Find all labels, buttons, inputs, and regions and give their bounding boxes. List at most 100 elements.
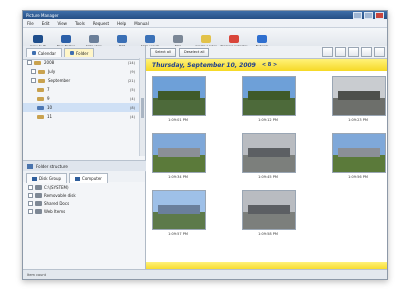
photo-ground	[153, 97, 205, 115]
date-banner: Thursday, September 10, 2009 < 8 >	[146, 59, 387, 71]
tree-item-count: (4)	[130, 114, 135, 119]
tree-item[interactable]: 9 (4)	[23, 94, 139, 103]
photo-ground	[153, 211, 205, 229]
folder-structure-item[interactable]: Shared Docs	[23, 199, 145, 207]
photo-thumbnail[interactable]: 1:09:45 PM	[242, 133, 296, 179]
tree-item-count: (14)	[127, 60, 135, 65]
tree-item-count: (9)	[130, 69, 135, 74]
photo-time: 1:09:57 PM	[168, 232, 188, 236]
window-title: Picture Manager	[26, 12, 59, 18]
photo-thumbnail[interactable]: 1:09:56 PM	[332, 133, 386, 179]
folder-icon	[37, 87, 44, 92]
menu-file[interactable]: File	[27, 21, 34, 26]
select-all-button[interactable]: Select all	[150, 47, 176, 57]
photo-thumbnail[interactable]: 1:09:57 PM	[152, 190, 206, 236]
expand-icon[interactable]	[28, 208, 33, 214]
drive-icon	[35, 208, 42, 214]
expand-icon[interactable]	[27, 60, 32, 65]
photo-image[interactable]	[332, 133, 386, 173]
tree-item-count: (4)	[130, 96, 135, 101]
folder-icon	[70, 51, 74, 55]
folder-structure-icon	[27, 163, 33, 169]
tree-item-label: 11	[47, 114, 53, 119]
disk-icon	[32, 176, 37, 181]
photo-thumbnail[interactable]: 1:09:01 PM	[152, 76, 206, 122]
tree-item[interactable]: July (9)	[23, 67, 139, 76]
menu-manual[interactable]: Manual	[134, 21, 149, 26]
mail-icon	[173, 35, 183, 43]
date-heading: Thursday, September 10, 2009	[152, 61, 256, 69]
tab-computer-label: Computer	[82, 176, 102, 181]
close-button[interactable]	[375, 11, 384, 19]
photo-image[interactable]	[242, 76, 296, 116]
person-icon	[61, 35, 71, 43]
tree-scrollbar[interactable]	[139, 58, 145, 156]
tree-item-label: 9	[47, 96, 50, 101]
tab-folder[interactable]: Folder	[64, 48, 95, 57]
photo-image[interactable]	[152, 190, 206, 230]
drive-icon	[35, 184, 42, 190]
photo-thumbnail[interactable]: 1:09:23 PM	[332, 76, 386, 122]
menu-request[interactable]: Request	[93, 21, 109, 26]
folder-structure-item[interactable]: Web Items	[23, 207, 145, 215]
folder-structure-item-label: Shared Docs	[44, 200, 70, 206]
menu-view[interactable]: View	[57, 21, 67, 26]
camera-icon	[33, 35, 43, 43]
expand-icon[interactable]	[31, 78, 36, 83]
photo-thumbnail[interactable]: 1:09:34 PM	[152, 133, 206, 179]
tree-item[interactable]: 2008 (14)	[23, 58, 139, 67]
tab-computer[interactable]: Computer	[69, 173, 108, 183]
menu-help[interactable]: Help	[117, 21, 126, 26]
tree-item-count: (5)	[130, 87, 135, 92]
menu-tools[interactable]: Tools	[75, 21, 85, 26]
view-mode-1-button[interactable]	[322, 47, 333, 57]
minimize-button[interactable]	[353, 11, 362, 19]
status-text: Item count	[27, 272, 46, 277]
photo-thumbnail[interactable]: 1:09:12 PM	[242, 76, 296, 122]
photo-image[interactable]	[332, 76, 386, 116]
photo-ground	[333, 97, 385, 115]
tab-calendar[interactable]: Calendar	[26, 48, 62, 57]
scrollbar-thumb[interactable]	[141, 98, 144, 118]
maximize-button[interactable]	[364, 11, 373, 19]
photo-subject	[158, 148, 200, 157]
slideshow-icon	[89, 35, 99, 43]
photo-image[interactable]	[152, 76, 206, 116]
window-buttons	[353, 11, 384, 19]
view-mode-2-button[interactable]	[335, 47, 346, 57]
tree-item[interactable]: 7 (5)	[23, 85, 139, 94]
tree-item-label: September	[48, 78, 71, 83]
menu-bar: File Edit View Tools Request Help Manual	[23, 19, 387, 28]
search-icon	[145, 35, 155, 43]
menu-edit[interactable]: Edit	[42, 21, 50, 26]
tab-disk-group[interactable]: Disk Group	[26, 173, 68, 183]
tab-calendar-label: Calendar	[38, 50, 56, 56]
expand-icon[interactable]	[28, 192, 33, 198]
computer-icon	[75, 176, 81, 181]
folder-icon	[34, 60, 41, 65]
tree-item[interactable]: 11 (4)	[23, 112, 139, 121]
photo-time: 1:09:01 PM	[168, 118, 188, 122]
photo-ground	[333, 154, 385, 172]
date-navigator[interactable]: < 8 >	[262, 62, 277, 68]
photo-thumbnail[interactable]: 1:09:58 PM	[242, 190, 296, 236]
tree-item[interactable]: September (21)	[23, 76, 139, 85]
folder-structure-item[interactable]: Removable disk	[23, 191, 145, 199]
folder-structure-item[interactable]: C:\(SYSTEM)	[23, 183, 145, 191]
view-mode-buttons	[322, 47, 387, 57]
expand-icon[interactable]	[28, 184, 33, 190]
view-mode-3-button[interactable]	[348, 47, 359, 57]
folder-icon	[38, 69, 45, 74]
view-mode-4-button[interactable]	[361, 47, 372, 57]
photo-image[interactable]	[242, 190, 296, 230]
expand-icon[interactable]	[28, 200, 33, 206]
photo-image[interactable]	[242, 133, 296, 173]
folder-icon	[37, 114, 44, 119]
folder-structure-list: C:\(SYSTEM) Removable disk Shared Docs Web …	[23, 183, 145, 215]
photo-image[interactable]	[152, 133, 206, 173]
view-mode-5-button[interactable]	[374, 47, 385, 57]
content-area: Calendar Folder 2008 (14) July (9) September…	[23, 46, 387, 270]
expand-icon[interactable]	[31, 69, 36, 74]
tree-item[interactable]: 10 (8)	[23, 103, 139, 112]
deselect-all-button[interactable]: Deselect all	[179, 47, 210, 57]
